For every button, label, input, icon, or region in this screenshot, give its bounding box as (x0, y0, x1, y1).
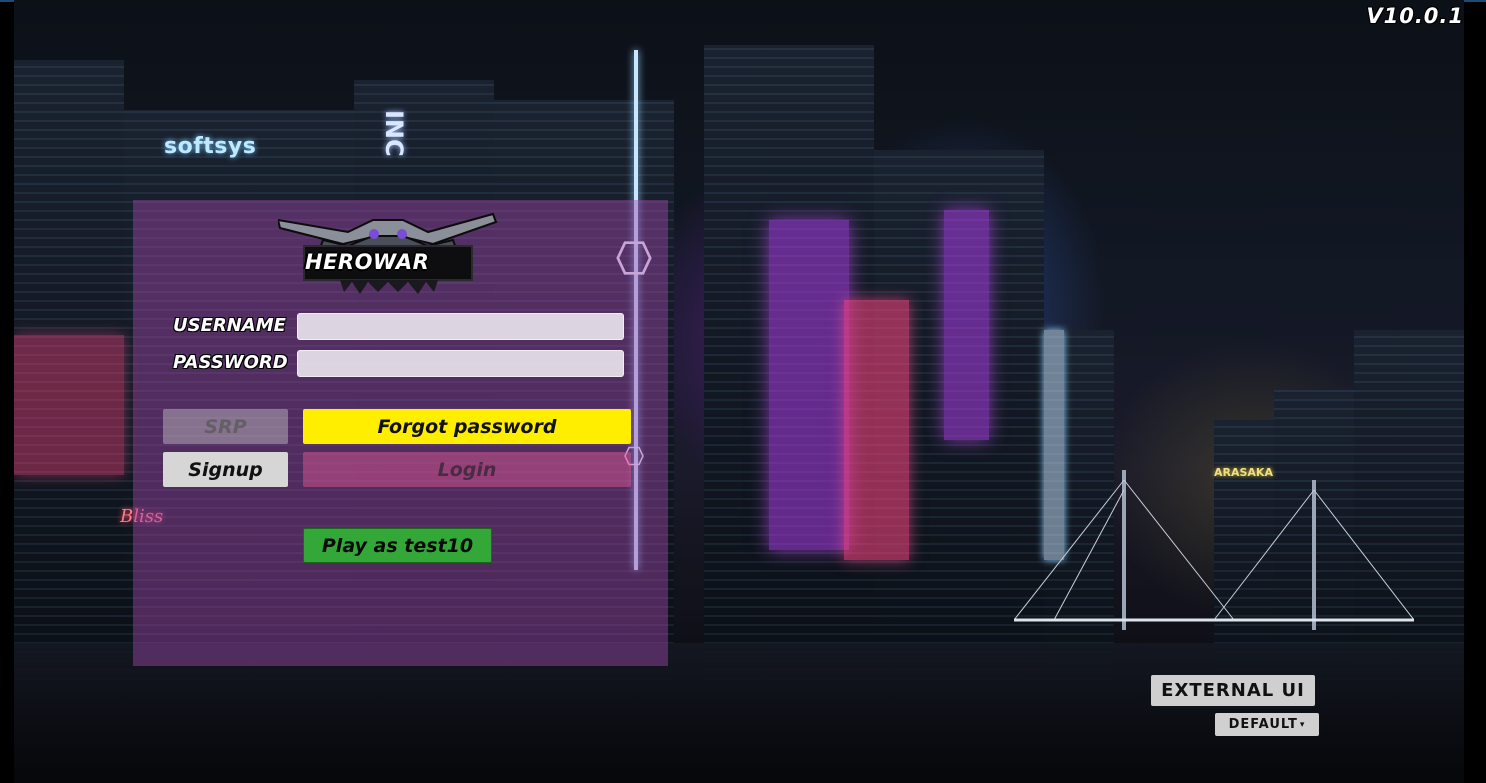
bg-neon-panel (844, 300, 909, 560)
login-button[interactable]: Login (303, 452, 631, 487)
username-label: USERNAME (173, 315, 286, 336)
bg-sign-inc: INC (380, 110, 408, 157)
password-field[interactable] (297, 350, 624, 377)
bg-neon-panel (14, 335, 124, 475)
login-panel: HEROWAR USERNAME PASSWORD SRP Forgot pas… (133, 200, 668, 666)
username-field[interactable] (297, 313, 624, 340)
dropdown-caret-icon: ▾ (1299, 719, 1306, 730)
password-label: PASSWORD (173, 352, 288, 373)
signup-button[interactable]: Signup (163, 452, 288, 487)
theme-select[interactable]: DEFAULT ▾ (1215, 713, 1319, 736)
bg-sign-arasaka: ARASAKA (1214, 466, 1273, 479)
version-label: V10.0.1 (1366, 4, 1464, 28)
bg-neon-panel (944, 210, 989, 440)
forgot-password-button[interactable]: Forgot password (303, 409, 631, 444)
external-ui-button[interactable]: EXTERNAL UI (1151, 675, 1315, 706)
logo-text: HEROWAR (305, 250, 430, 274)
bg-bridge (1014, 470, 1414, 630)
play-as-guest-button[interactable]: Play as test10 (303, 528, 492, 563)
bg-neon-panel (769, 220, 849, 550)
bg-sign-softsys: softsys (164, 134, 257, 159)
srp-button[interactable]: SRP (163, 409, 288, 444)
theme-select-value: DEFAULT (1228, 717, 1298, 732)
